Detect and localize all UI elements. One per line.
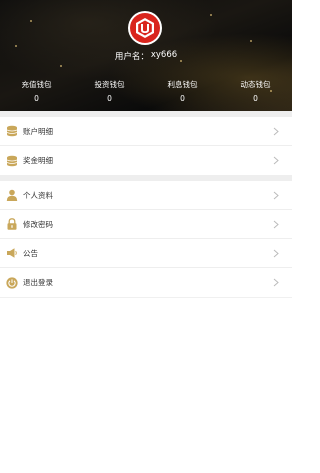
menu-item-label: 修改密码 [23, 219, 53, 229]
list-bottom-divider [0, 297, 292, 298]
profile-page: 用户名： xy666 充值钱包 0 投资钱包 0 利息钱包 0 动态钱包 0 账… [0, 0, 292, 473]
chevron-right-icon [273, 249, 279, 258]
wallet-value: 0 [180, 94, 185, 103]
user-icon [6, 189, 18, 201]
chevron-right-icon [273, 127, 279, 136]
menu-item-change-password[interactable]: 修改密码 [0, 210, 292, 239]
coins-icon [6, 125, 18, 137]
lock-icon [6, 218, 18, 230]
megaphone-icon [6, 247, 18, 259]
menu-item-label: 公告 [23, 248, 38, 258]
wallet-label: 投资钱包 [94, 80, 125, 89]
wallet-dynamic[interactable]: 动态钱包 0 [219, 80, 292, 104]
wallet-value: 0 [253, 94, 258, 103]
chevron-right-icon [273, 278, 279, 287]
wallet-label: 充值钱包 [21, 80, 52, 89]
menu-item-logout[interactable]: 退出登录 [0, 268, 292, 297]
sparkle [60, 65, 62, 67]
wallet-interest[interactable]: 利息钱包 0 [146, 80, 219, 104]
chevron-right-icon [273, 191, 279, 200]
wallet-value: 0 [34, 94, 39, 103]
coins-icon [6, 155, 18, 167]
wallet-investment[interactable]: 投资钱包 0 [73, 80, 146, 104]
menu-item-bonus-details[interactable]: 奖金明细 [0, 146, 292, 175]
menu-group-records: 账户明细 奖金明细 [0, 117, 292, 175]
username-value: xy666 [150, 50, 178, 60]
username: 用户名： xy666 [0, 50, 292, 62]
sparkle [250, 40, 252, 42]
chevron-right-icon [273, 156, 279, 165]
profile-header: 用户名： xy666 充值钱包 0 投资钱包 0 利息钱包 0 动态钱包 0 [0, 0, 292, 111]
menu-item-account-details[interactable]: 账户明细 [0, 117, 292, 146]
menu-item-profile[interactable]: 个人资料 [0, 181, 292, 210]
logo-icon [130, 13, 160, 43]
menu-item-label: 账户明细 [23, 126, 53, 136]
username-label: 用户名： [114, 52, 149, 62]
menu-item-label: 退出登录 [23, 278, 53, 287]
sparkle [30, 20, 32, 22]
menu-item-announcement[interactable]: 公告 [0, 239, 292, 268]
wallet-label: 利息钱包 [167, 80, 198, 89]
menu-item-label: 个人资料 [23, 190, 53, 200]
sparkle [210, 14, 212, 16]
wallet-value: 0 [107, 94, 112, 103]
wallet-label: 动态钱包 [240, 80, 271, 89]
wallet-recharge[interactable]: 充值钱包 0 [0, 80, 73, 104]
power-icon [6, 276, 18, 289]
chevron-right-icon [273, 220, 279, 229]
menu-item-label: 奖金明细 [23, 156, 53, 165]
avatar[interactable] [128, 11, 162, 45]
wallet-summary: 充值钱包 0 投资钱包 0 利息钱包 0 动态钱包 0 [0, 80, 292, 104]
sparkle [15, 45, 17, 47]
menu-group-settings: 个人资料 修改密码 公告 退出登录 [0, 181, 292, 297]
